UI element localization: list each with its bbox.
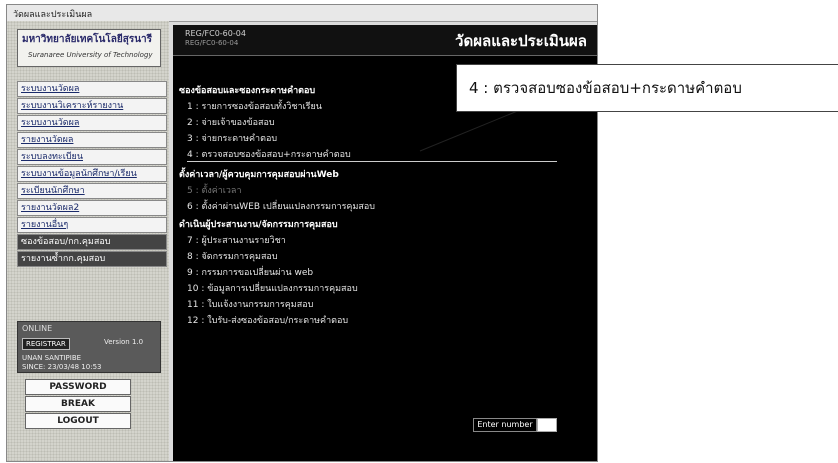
sidebar-item-student-records[interactable]: ระเบียนนักศึกษา	[17, 183, 167, 199]
callout-annotation: 4 : ตรวจสอบซองข้อสอบ+กระดาษคำตอบ	[456, 64, 838, 112]
password-button[interactable]: PASSWORD	[25, 379, 131, 395]
menu-option-4[interactable]: 4 : ตรวจสอบซองข้อสอบ+กระดาษคำตอบ	[187, 147, 351, 161]
menu-option-12[interactable]: 12 : ใบรับ-ส่งซองข้อสอบ/กระดาษคำตอบ	[187, 313, 348, 327]
menu-option-2[interactable]: 2 : จ่ายเจ้าของข้อสอบ	[187, 115, 275, 129]
sidebar-item-grading-report-2[interactable]: รายงานวัดผล2	[17, 200, 167, 216]
sidebar-item-grading-2[interactable]: ระบบงานวัดผล	[17, 115, 167, 131]
menu-option-9[interactable]: 9 : กรรมการขอเปลี่ยนผ่าน web	[187, 265, 313, 279]
online-status: ONLINE	[22, 324, 53, 333]
menu-option-1[interactable]: 1 : รายการซองข้อสอบทั้งวิชาเรียน	[187, 99, 322, 113]
sidebar: มหาวิทยาลัยเทคโนโลยีสุรนารี Suranaree Un…	[7, 21, 169, 461]
sidebar-item-grading-report[interactable]: รายงานวัดผล	[17, 132, 167, 148]
window-titlebar: วัดผลและประเมินผล	[7, 5, 597, 22]
logo-thai-name: มหาวิทยาลัยเทคโนโลยีสุรนารี	[22, 34, 153, 45]
menu-option-8[interactable]: 8 : จัดกรรมการคุมสอบ	[187, 249, 278, 263]
menu-option-5[interactable]: 5 : ตั้งค่าเวลา	[187, 183, 242, 197]
sidebar-item-proctor-report[interactable]: รายงานซ้ำกก.คุมสอบ	[17, 251, 167, 267]
university-logo: มหาวิทยาลัยเทคโนโลยีสุรนารี Suranaree Un…	[17, 29, 161, 67]
sidebar-item-registration[interactable]: ระบบลงทะเบียน	[17, 149, 167, 165]
sidebar-item-grading[interactable]: ระบบงานวัดผล	[17, 81, 167, 97]
sidebar-item-student-data[interactable]: ระบบงานข้อมูลนักศึกษา/เรียน	[17, 166, 167, 182]
enter-number-label: Enter number	[473, 418, 537, 432]
window-title: วัดผลและประเมินผล	[13, 10, 93, 20]
section-web-settings: ตั้งค่าเวลา/ผู้ควบคุมการคุมสอบผ่านWeb	[179, 170, 339, 180]
page-title: วัดผลและประเมินผล	[455, 32, 587, 50]
sidebar-item-other-reports[interactable]: รายงานอื่นๆ	[17, 217, 167, 233]
sidebar-item-analysis-report[interactable]: ระบบงานวิเคราะห์รายงาน	[17, 98, 167, 114]
version-label: Version 1.0	[104, 338, 144, 346]
form-code: REG/FC0-60-04	[185, 29, 246, 38]
sidebar-menu: ระบบงานวัดผล ระบบงานวิเคราะห์รายงาน ระบบ…	[17, 81, 167, 268]
user-name: UNAN SANTIPIBE	[22, 354, 82, 362]
menu-option-7[interactable]: 7 : ผู้ประสานงานรายวิชา	[187, 233, 286, 247]
logo-english-name: Suranaree University of Technology	[28, 51, 153, 59]
enter-number-input[interactable]	[537, 418, 557, 432]
sidebar-item-exam-envelopes[interactable]: ซองข้อสอบ/กก.คุมสอบ	[17, 234, 167, 250]
logout-button[interactable]: LOGOUT	[25, 413, 131, 429]
section-envelopes: ซองข้อสอบและซองกระดาษคำตอบ	[179, 86, 316, 96]
registrar-badge: REGISTRAR	[22, 338, 70, 350]
session-status: ONLINE REGISTRAR Version 1.0 UNAN SANTIP…	[17, 321, 161, 373]
menu-option-3[interactable]: 3 : จ่ายกระดาษคำตอบ	[187, 131, 277, 145]
form-code-sub: REG/FC0-60-04	[185, 39, 239, 47]
main-header: REG/FC0-60-04 REG/FC0-60-04 วัดผลและประเ…	[173, 25, 597, 56]
session-since: SINCE: 23/03/48 10:53	[22, 363, 102, 371]
break-button[interactable]: BREAK	[25, 396, 131, 412]
menu-option-11[interactable]: 11 : ใบแจ้งงานกรรมการคุมสอบ	[187, 297, 313, 311]
section-coordinators: ดำเนินผู้ประสานงาน/จัดกรรมการคุมสอบ	[179, 220, 338, 230]
menu-option-10[interactable]: 10 : ข้อมูลการเปลี่ยนแปลงกรรมการคุมสอบ	[187, 281, 358, 295]
menu-option-6[interactable]: 6 : ตั้งค่าผ่านWEB เปลี่ยนแปลงกรรมการคุม…	[187, 199, 375, 213]
option-4-underline	[187, 161, 557, 162]
